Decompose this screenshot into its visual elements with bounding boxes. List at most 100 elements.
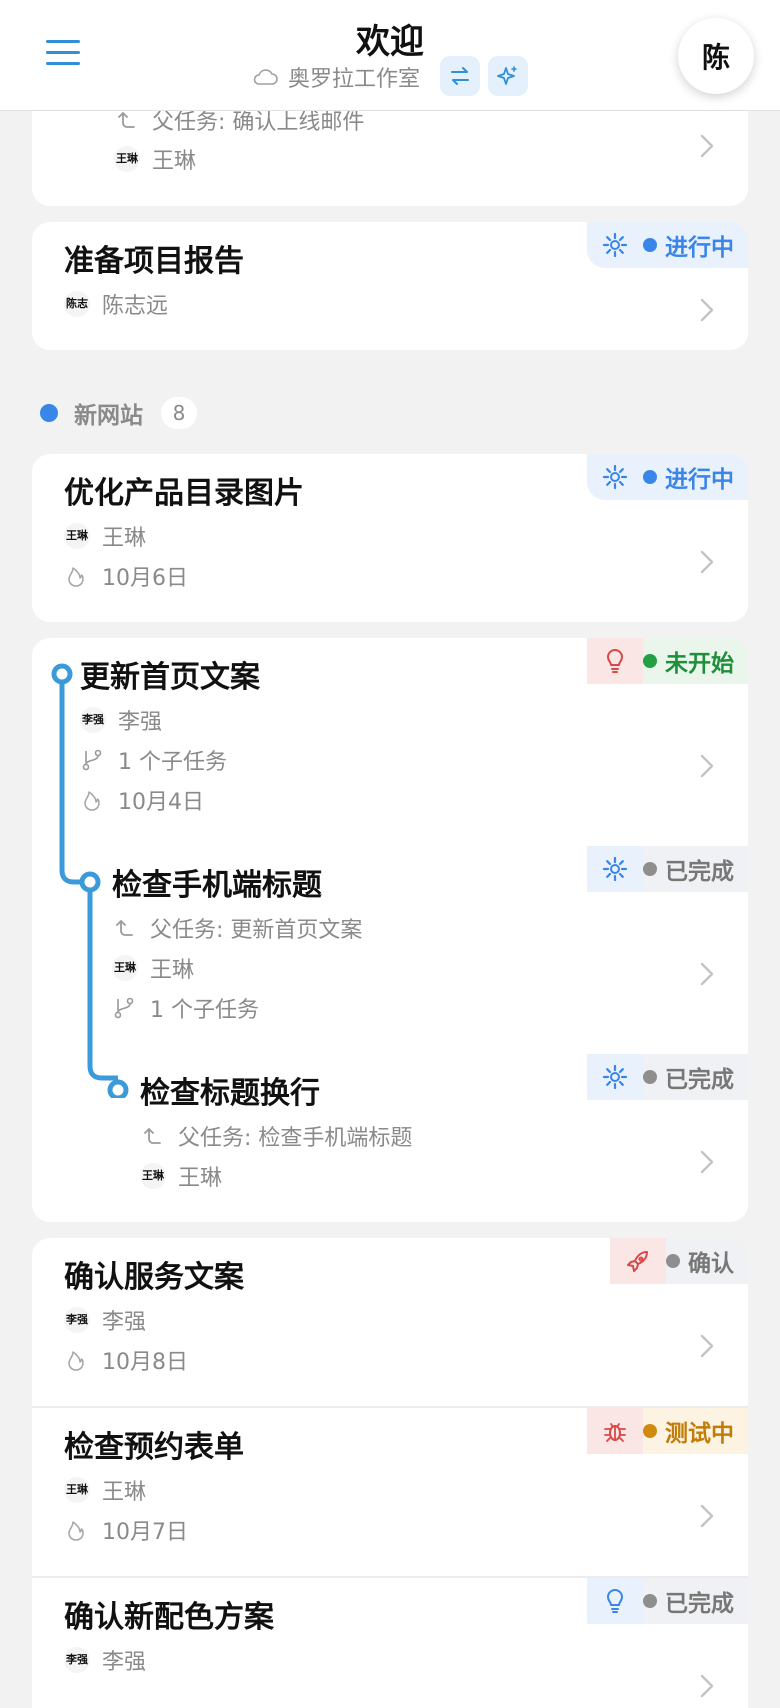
sparkle-icon xyxy=(497,66,517,85)
status-text: 测试中 xyxy=(665,1421,734,1447)
due-date: 10月8日 xyxy=(102,1350,188,1375)
chevron-right-icon xyxy=(700,298,714,322)
page-title: 欢迎 xyxy=(356,22,424,62)
project-color-dot xyxy=(40,404,58,422)
task-title: 确认新配色方案 xyxy=(64,1600,274,1635)
status-badge: 进行中 xyxy=(587,454,748,500)
task-title: 检查手机端标题 xyxy=(112,868,322,903)
assignee-avatar: 李强 xyxy=(80,707,106,733)
subtask-count-row: 1 个子任务 xyxy=(80,744,227,776)
cloud-icon xyxy=(253,69,278,85)
status-text: 已完成 xyxy=(665,859,734,885)
assignee-row: 李强 李强 xyxy=(80,704,162,736)
user-avatar[interactable]: 陈 xyxy=(678,18,754,94)
flame-icon xyxy=(84,791,100,811)
assignee-avatar: 王琳 xyxy=(64,523,90,549)
subtask-count: 1 个子任务 xyxy=(118,750,227,775)
gear-icon xyxy=(602,1064,628,1090)
assignee-row: 王琳 王琳 xyxy=(114,143,196,175)
assignee-row: 李强 李强 xyxy=(64,1304,146,1336)
due-date: 10月4日 xyxy=(118,790,204,815)
status-text: 进行中 xyxy=(665,235,734,261)
task-title: 优化产品目录图片 xyxy=(64,476,304,511)
project-section-header[interactable]: 新网站 8 xyxy=(40,396,197,430)
subtask-count-row: 1 个子任务 xyxy=(112,992,259,1024)
task-card[interactable]: 进行中 优化产品目录图片 王琳 王琳 10月6日 xyxy=(32,454,748,622)
chevron-right-icon xyxy=(700,134,714,158)
subtask-count: 1 个子任务 xyxy=(150,998,259,1023)
parent-arrow-icon xyxy=(116,920,133,936)
assignee-row: 陈志 陈志远 xyxy=(64,288,168,320)
task-card[interactable]: 进行中 准备项目报告 陈志 陈志远 xyxy=(32,222,748,350)
status-badge: 进行中 xyxy=(587,222,748,268)
parent-arrow-icon xyxy=(118,112,135,128)
swap-icon xyxy=(451,67,469,85)
status-badge: 已完成 xyxy=(587,1578,748,1624)
lightbulb-icon xyxy=(607,649,623,673)
flame-icon xyxy=(68,1351,84,1371)
task-row[interactable]: 测试中 检查预约表单 王琳 王琳 10月7日 xyxy=(32,1406,748,1576)
task-row-subtask[interactable]: 已完成 检查标题换行 父任务: 检查手机端标题 王琳 王琳 xyxy=(32,1054,748,1214)
assignee-row: 王琳 王琳 xyxy=(140,1160,222,1192)
status-text: 未开始 xyxy=(665,651,734,677)
lightbulb-icon xyxy=(607,1589,623,1613)
assignee-name: 王琳 xyxy=(102,1480,147,1505)
assignee-avatar: 陈志 xyxy=(64,291,90,317)
due-date-row: 10月7日 xyxy=(64,1514,188,1546)
task-row-parent[interactable]: 未开始 更新首页文案 李强 李强 1 个子任务 10月4日 xyxy=(32,638,748,828)
swap-button[interactable] xyxy=(440,56,480,96)
assignee-name: 王琳 xyxy=(102,526,147,551)
rocket-icon xyxy=(627,1251,648,1272)
workspace-selector[interactable]: 奥罗拉工作室 xyxy=(252,62,420,92)
assignee-row: 王琳 王琳 xyxy=(112,952,194,984)
assignee-name: 李强 xyxy=(102,1310,147,1335)
status-badge: 未开始 xyxy=(587,638,748,684)
parent-task-row: 父任务: 检查手机端标题 xyxy=(140,1120,412,1152)
assignee-name: 王琳 xyxy=(150,958,195,983)
task-title: 检查标题换行 xyxy=(140,1076,320,1111)
parent-task-text: 父任务: 检查手机端标题 xyxy=(178,1126,413,1151)
task-tree-card: 未开始 更新首页文案 李强 李强 1 个子任务 10月4日 已完成 检查手机端标… xyxy=(32,638,748,1222)
bug-icon xyxy=(604,1423,626,1442)
status-badge: 确认 xyxy=(610,1238,748,1284)
task-count-badge: 8 xyxy=(161,397,197,429)
flame-icon xyxy=(68,1521,84,1541)
gear-icon xyxy=(602,232,628,258)
task-row[interactable]: 确认 确认服务文案 李强 李强 10月8日 xyxy=(32,1238,748,1406)
status-badge: 已完成 xyxy=(587,1054,748,1100)
branch-icon xyxy=(114,997,134,1019)
assignee-name: 陈志远 xyxy=(102,294,169,319)
status-text: 已完成 xyxy=(665,1067,734,1093)
ai-sparkle-button[interactable] xyxy=(488,56,528,96)
task-row-subtask[interactable]: 已完成 检查手机端标题 父任务: 更新首页文案 王琳 王琳 1 个子任务 xyxy=(32,846,748,1036)
assignee-avatar: 王琳 xyxy=(114,146,140,172)
chevron-right-icon xyxy=(700,962,714,986)
task-title: 更新首页文案 xyxy=(80,660,260,695)
chevron-right-icon xyxy=(700,754,714,778)
assignee-avatar: 王琳 xyxy=(140,1163,166,1189)
assignee-name: 王琳 xyxy=(152,149,197,174)
task-title: 检查预约表单 xyxy=(64,1430,244,1465)
status-text: 进行中 xyxy=(665,467,734,493)
due-date-row: 10月6日 xyxy=(64,560,188,592)
parent-task-text: 父任务: 更新首页文案 xyxy=(150,918,363,943)
flame-icon xyxy=(68,567,84,587)
task-row[interactable]: 已完成 确认新配色方案 李强 李强 xyxy=(32,1576,748,1708)
assignee-name: 李强 xyxy=(118,710,163,735)
assignee-avatar: 王琳 xyxy=(112,955,138,981)
assignee-name: 李强 xyxy=(102,1650,147,1675)
assignee-avatar: 李强 xyxy=(64,1647,90,1673)
parent-task-row: 父任务: 更新首页文案 xyxy=(112,912,362,944)
assignee-row: 李强 李强 xyxy=(64,1644,146,1676)
due-date-row: 10月8日 xyxy=(64,1344,188,1376)
project-name: 新网站 xyxy=(74,403,143,429)
due-date: 10月7日 xyxy=(102,1520,188,1545)
gear-icon xyxy=(602,856,628,882)
status-badge: 测试中 xyxy=(587,1408,748,1454)
assignee-row: 王琳 王琳 xyxy=(64,520,146,552)
assignee-avatar: 李强 xyxy=(64,1307,90,1333)
assignee-name: 王琳 xyxy=(178,1166,223,1191)
top-bar: 欢迎 奥罗拉工作室 陈 xyxy=(0,0,780,111)
status-text: 确认 xyxy=(688,1251,734,1277)
assignee-row: 王琳 王琳 xyxy=(64,1474,146,1506)
